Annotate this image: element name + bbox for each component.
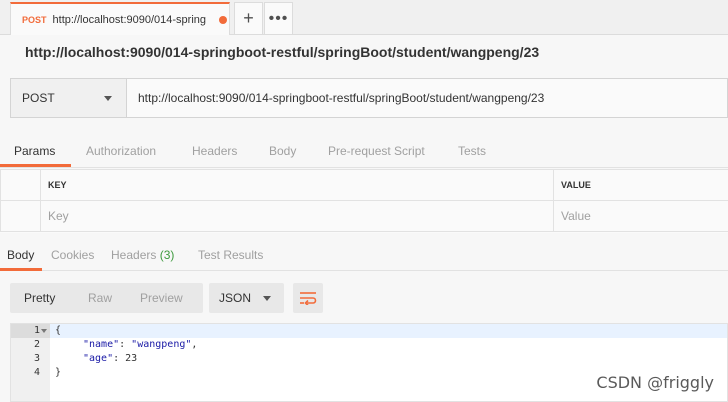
line-number: 2 [33, 339, 40, 350]
tab-response-body[interactable]: Body [7, 248, 34, 262]
line-number: 3 [33, 353, 40, 364]
request-subtabs: Params Authorization Headers Body Pre-re… [0, 134, 728, 168]
tab-body[interactable]: Body [269, 144, 296, 158]
unsaved-dot-icon [218, 15, 227, 24]
request-title: http://localhost:9090/014-springboot-res… [25, 44, 540, 60]
tab-tests[interactable]: Tests [458, 144, 486, 158]
response-headers-count: (3) [159, 248, 175, 262]
key-input[interactable]: Key [40, 200, 554, 232]
code-text: "name": "wangpeng", [83, 339, 198, 350]
response-headers-label: Headers [111, 248, 157, 262]
tab-headers[interactable]: Headers [192, 144, 237, 158]
more-tabs-button[interactable]: ••• [264, 2, 293, 35]
code-line: 1 { [11, 324, 727, 338]
tab-authorization[interactable]: Authorization [86, 144, 156, 158]
key-column-header: KEY [40, 169, 554, 201]
language-value: JSON [219, 291, 252, 305]
wrap-lines-icon [300, 292, 317, 305]
tab-pre-request-script[interactable]: Pre-request Script [328, 144, 425, 158]
view-mode-group: Pretty Raw Preview [10, 283, 203, 313]
tab-params[interactable]: Params [14, 144, 55, 158]
request-tab-title: http://localhost:9090/014-spring [52, 13, 207, 26]
language-dropdown[interactable]: JSON [209, 283, 284, 313]
value-column-header: VALUE [553, 169, 728, 201]
pretty-button[interactable]: Pretty [24, 291, 55, 305]
code-line: 2 "name": "wangpeng", [11, 338, 727, 352]
tab-cookies[interactable]: Cookies [51, 248, 94, 262]
params-checkbox[interactable] [0, 200, 41, 232]
code-text: } [55, 367, 62, 378]
active-response-tab-indicator [0, 268, 42, 271]
json-number-value: 23 [125, 353, 138, 364]
line-number: 1 [33, 325, 40, 336]
raw-button[interactable]: Raw [88, 291, 112, 305]
tab-test-results[interactable]: Test Results [198, 248, 263, 262]
new-tab-button[interactable]: + [234, 2, 263, 35]
tab-strip: POST http://localhost:9090/014-spring + … [0, 0, 728, 35]
code-text: { [55, 325, 62, 336]
chevron-down-icon [263, 296, 271, 301]
wrap-lines-button[interactable] [293, 283, 323, 313]
active-tab-indicator [0, 164, 71, 167]
chevron-down-icon [104, 96, 112, 101]
request-tab-method: POST [22, 14, 47, 25]
json-string-value: "wangpeng" [131, 339, 192, 350]
params-checkbox-header [0, 169, 41, 201]
json-key: "age" [83, 353, 114, 364]
code-line: 3 "age": 23 [11, 352, 727, 366]
fold-arrow-icon[interactable] [41, 329, 47, 333]
line-number: 4 [33, 367, 40, 378]
url-bar: POST http://localhost:9090/014-springboo… [10, 78, 728, 118]
params-table: KEY VALUE Key Value [0, 169, 728, 233]
code-text: "age": 23 [83, 353, 138, 364]
watermark: CSDN @friggly [596, 373, 714, 392]
response-tabs: Body Cookies Headers (3) Test Results [0, 233, 728, 271]
tab-response-headers[interactable]: Headers (3) [111, 248, 174, 262]
url-input[interactable]: http://localhost:9090/014-springboot-res… [127, 79, 727, 117]
preview-button[interactable]: Preview [140, 291, 183, 305]
method-value: POST [22, 91, 55, 105]
value-input[interactable]: Value [553, 200, 728, 232]
json-key: "name" [83, 339, 120, 350]
request-tab[interactable]: POST http://localhost:9090/014-spring [10, 2, 230, 35]
method-dropdown[interactable]: POST [11, 79, 127, 117]
